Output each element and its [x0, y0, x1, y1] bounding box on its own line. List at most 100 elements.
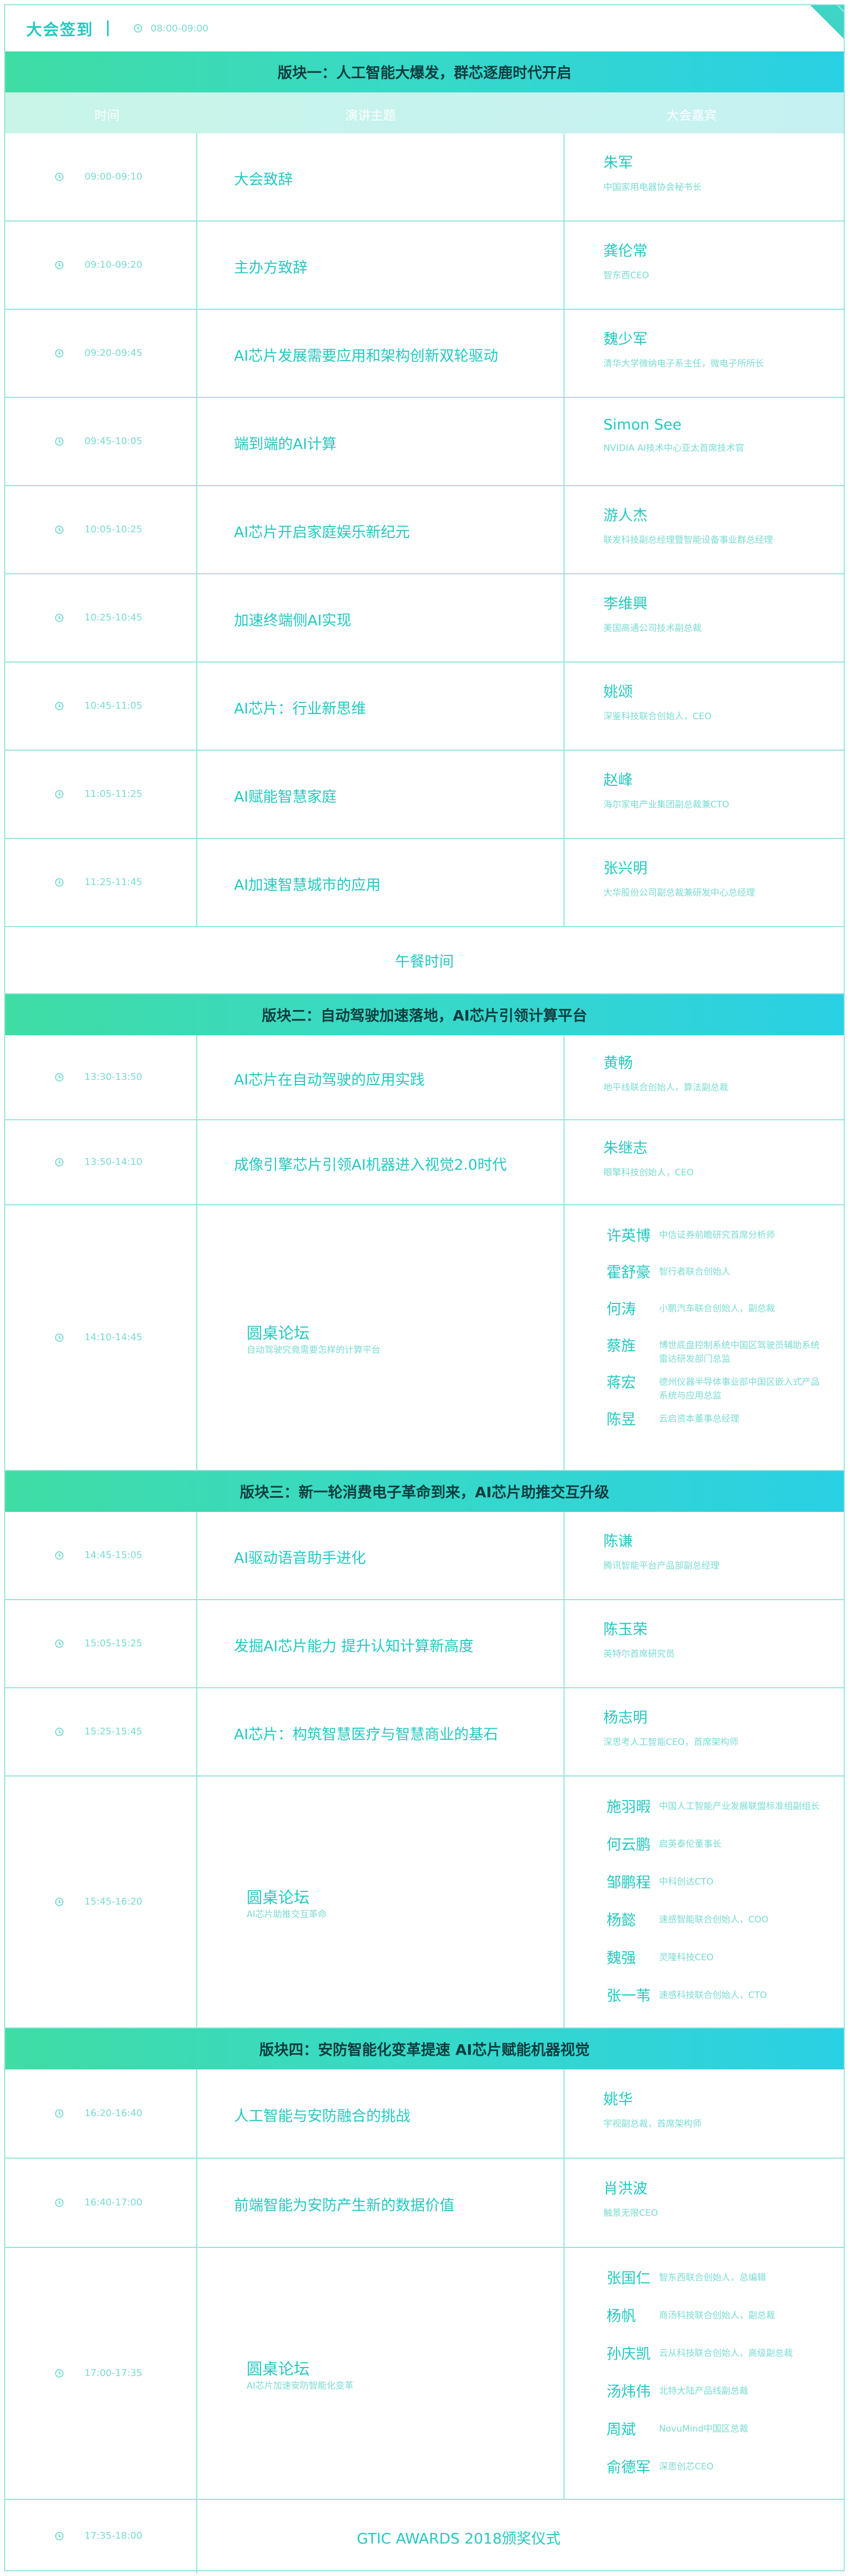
- speaker-name: 杨志明: [603, 1709, 648, 1726]
- panelist: 许英博 中信证券前瞻研究首席分析师: [607, 1224, 827, 1245]
- time-cell: 17:00-17:35: [55, 2368, 142, 2379]
- speaker-name: 朱军: [603, 154, 633, 171]
- column-divider: [196, 1205, 197, 1470]
- time-cell: 10:05-10:25: [55, 524, 142, 535]
- panelist-role: 云从科技联合创始人，高级副总裁: [659, 2348, 793, 2359]
- speaker-name: 游人杰: [603, 507, 648, 524]
- time-cell: 17:35-18:00: [55, 2530, 142, 2541]
- speaker-block: 姚颂 深鉴科技联合创始人，CEO: [603, 680, 711, 722]
- column-divider: [564, 310, 565, 397]
- panelist-role: 北特大陆产品线副总裁: [659, 2386, 748, 2396]
- clock-icon: [55, 1333, 63, 1342]
- talk-topic: AI芯片开启家庭娱乐新纪元: [234, 523, 410, 541]
- time-cell: 15:45-16:20: [55, 1896, 142, 1907]
- clock-icon: [55, 1073, 63, 1081]
- panelist: 何云鹏 启英泰伦董事长: [607, 1833, 827, 1854]
- talk-topic: 大会致辞: [234, 171, 293, 188]
- session-banner-2: 版块二：自动驾驶加速落地，AI芯片引领计算平台: [5, 994, 844, 1035]
- column-divider: [196, 1776, 197, 2027]
- title-divider: [107, 20, 109, 36]
- speaker-block: 陈谦 腾讯智能平台产品部副总经理: [603, 1530, 719, 1571]
- session-banner-3: 版块三：新一轮消费电子革命到来，AI芯片助推交互升级: [5, 1471, 844, 1512]
- signin-header: 大会签到 08:00-09:00: [5, 5, 844, 51]
- column-divider: [564, 2159, 565, 2247]
- panelist: 杨帆 商汤科技联合创始人，副总裁: [607, 2305, 827, 2326]
- session-time: 11:25-11:45: [84, 877, 143, 888]
- clock-icon: [55, 1897, 63, 1906]
- clock-icon: [55, 1727, 63, 1736]
- panelist: 何涛 小鹏汽车联合创始人，副总裁: [607, 1298, 827, 1319]
- speaker-name: 陈谦: [603, 1532, 633, 1550]
- column-divider: [564, 1688, 565, 1775]
- speaker-block: 游人杰 联发科技副总经理暨智能设备事业群总经理: [603, 504, 773, 545]
- column-divider: [564, 1120, 565, 1204]
- time-cell: 09:45-10:05: [55, 436, 142, 447]
- agenda-row: 11:05-11:25 AI赋能智慧家庭 赵峰 海尔家电产业集团副总裁兼CTO: [5, 751, 844, 839]
- clock-icon: [55, 260, 63, 269]
- session-banner-4: 版块四：安防智能化变革提速 AI芯片赋能机器视觉: [5, 2028, 844, 2069]
- panelist: 陈昱 云启资本董事总经理: [607, 1408, 827, 1429]
- clock-icon: [55, 2369, 63, 2378]
- speaker-name: 朱继志: [603, 1139, 648, 1156]
- column-divider: [564, 1205, 565, 1470]
- speaker-block: Simon See NVIDIA AI技术中心亚太首席技术官: [603, 416, 744, 454]
- speaker-role: 眼擎科技创始人，CEO: [603, 1168, 694, 1178]
- agenda-row: 16:20-16:40 人工智能与安防融合的挑战 姚华 宇视副总裁，首席架构师: [5, 2069, 844, 2159]
- agenda-row: 13:50-14:10 成像引擎芯片引领AI机器进入视觉2.0时代 朱继志 眼擎科技创…: [5, 1120, 844, 1205]
- column-divider: [196, 1035, 197, 1119]
- panelist: 张国仁 智东西联合创始人，总编辑: [607, 2267, 827, 2288]
- panelist: 魏强 灵隆科技CEO: [607, 1947, 827, 1968]
- talk-topic: 端到端的AI计算: [234, 435, 337, 453]
- speaker-block: 陈玉荣 英特尔首席研究员: [603, 1618, 675, 1659]
- speaker-role: 深鉴科技联合创始人，CEO: [603, 711, 711, 722]
- speaker-name: Simon See: [603, 416, 682, 433]
- panelist-name: 霍舒豪: [607, 1264, 651, 1281]
- signin-title: 大会签到: [26, 21, 93, 39]
- panelist: 孙庆凯 云从科技联合创始人，高级副总裁: [607, 2342, 827, 2363]
- panelist-role: 小鹏汽车联合创始人，副总裁: [659, 1303, 775, 1314]
- clock-icon: [55, 790, 63, 798]
- session-time: 11:05-11:25: [84, 788, 143, 800]
- column-divider: [564, 1600, 565, 1687]
- panelist-name: 魏强: [607, 1949, 636, 1967]
- speaker-name: 姚华: [603, 2090, 633, 2108]
- panelist-name: 何涛: [607, 1300, 636, 1318]
- roundtable-title: 圆桌论坛: [247, 1324, 310, 1343]
- column-divider: [564, 751, 565, 838]
- award-row: 17:35-18:00 GTIC AWARDS 2018颁奖仪式: [5, 2500, 844, 2573]
- agenda-row: 14:45-15:05 AI驱动语音助手进化 陈谦 腾讯智能平台产品部副总经理: [5, 1512, 844, 1600]
- column-divider: [196, 574, 197, 661]
- time-cell: 09:00-09:10: [55, 171, 142, 182]
- panelist-role: 速感科技联合创始人，CTO: [659, 1990, 767, 2001]
- speaker-role: 宇视副总裁，首席架构师: [603, 2119, 702, 2129]
- panelist-role: 中国人工智能产业发展联盟标准组副组长: [659, 1801, 820, 1812]
- speaker-name: 陈玉荣: [603, 1621, 648, 1638]
- column-divider: [196, 1120, 197, 1204]
- column-header: 时间 演讲主题 大会嘉宾: [5, 92, 844, 133]
- award-title: GTIC AWARDS 2018颁奖仪式: [357, 2530, 561, 2547]
- speaker-block: 龚伦常 智东西CEO: [603, 239, 649, 281]
- column-divider: [196, 310, 197, 397]
- column-divider: [564, 2248, 565, 2499]
- agenda-row: 16:40-17:00 前端智能为安防产生新的数据价值 肖洪波 触景无限CEO: [5, 2159, 844, 2248]
- panelist-role: 德州仪器半导体事业部中国区嵌入式产品系统与应用总监: [659, 1377, 820, 1401]
- panelist-role: 智行者联合创始人: [659, 1267, 730, 1277]
- clock-icon: [55, 525, 63, 534]
- column-divider: [564, 663, 565, 750]
- panelist-role: NovuMind中国区总裁: [659, 2424, 748, 2434]
- panelist-name: 孙庆凯: [607, 2345, 651, 2362]
- session-time: 17:00-17:35: [84, 2368, 143, 2379]
- panelist-name: 周斌: [607, 2421, 636, 2438]
- panelist-role: 智东西联合创始人，总编辑: [659, 2273, 766, 2283]
- panelist: 邹鹏程 中科创达CTO: [607, 1871, 827, 1892]
- session-time: 09:45-10:05: [84, 436, 143, 447]
- clock-icon: [55, 1158, 63, 1166]
- column-divider: [196, 2248, 197, 2499]
- signin-time: 08:00-09:00: [151, 23, 209, 34]
- speaker-name: 赵峰: [603, 771, 633, 788]
- roundtable-row: 15:45-16:20 圆桌论坛 AI芯片助推交互革命 施羽暇 中国人工智能产业发展联盟…: [5, 1776, 844, 2028]
- agenda-row: 11:25-11:45 AI加速智慧城市的应用 张兴明 大华股份公司副总裁兼研发中心总…: [5, 839, 844, 927]
- roundtable-row: 14:10-14:45 圆桌论坛 自动驾驶究竟需要怎样的计算平台 许英博 中信证券前瞻研…: [5, 1205, 844, 1471]
- column-divider: [564, 222, 565, 309]
- clock-icon: [55, 1551, 63, 1560]
